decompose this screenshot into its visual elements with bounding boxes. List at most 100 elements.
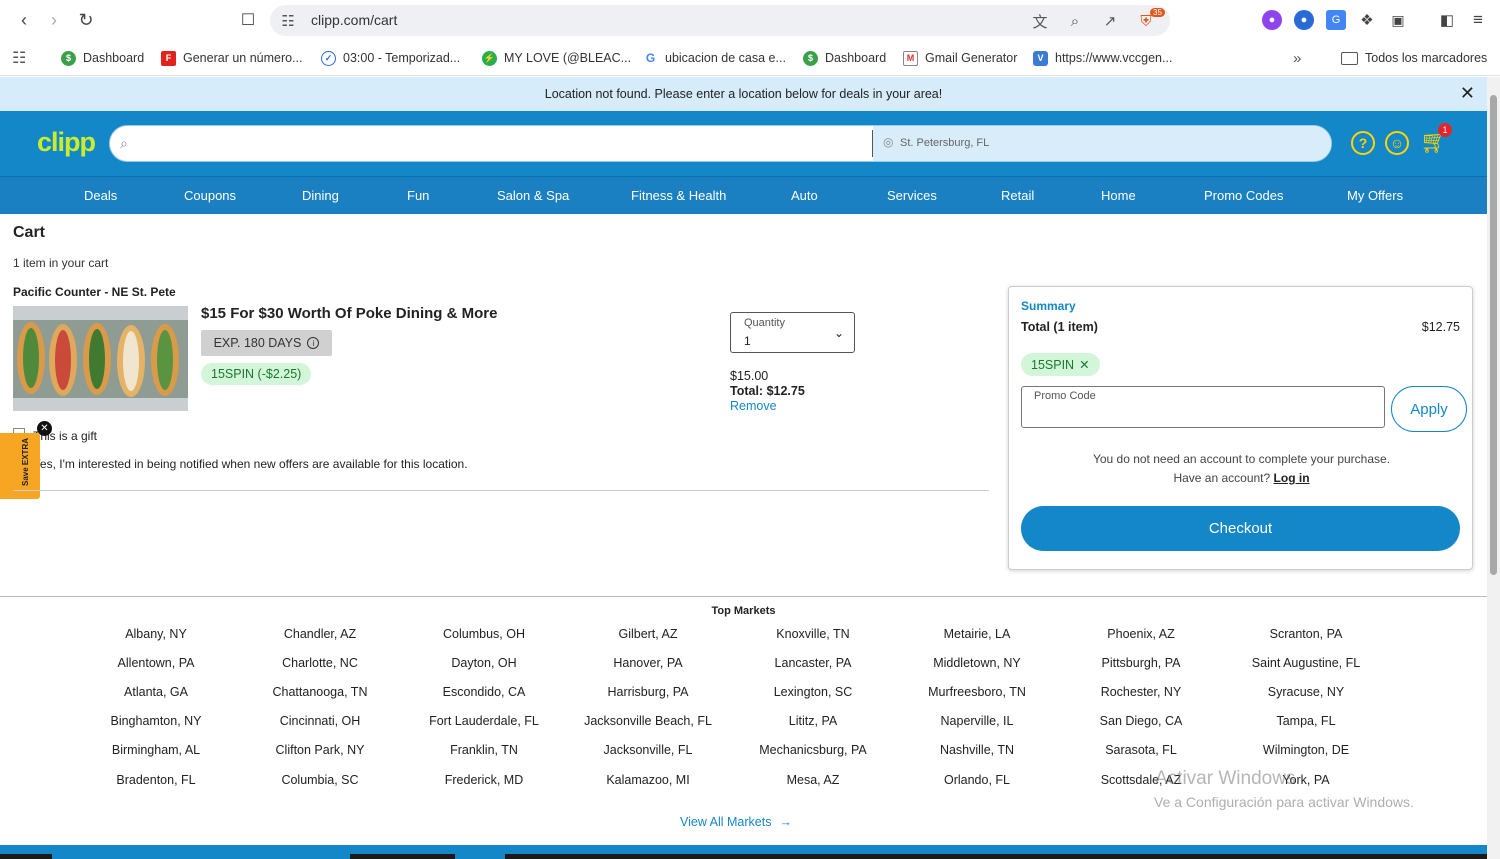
nav-services[interactable]: Services [887, 188, 937, 203]
share-icon[interactable]: ↗ [1100, 11, 1120, 31]
market-link[interactable]: Jacksonville, FL [558, 743, 738, 757]
all-bookmarks[interactable]: Todos los marcadores [1341, 49, 1487, 67]
nav-coupons[interactable]: Coupons [184, 188, 236, 203]
market-link[interactable]: Saint Augustine, FL [1216, 656, 1396, 670]
market-link[interactable]: Frederick, MD [394, 773, 574, 787]
nav-deals[interactable]: Deals [84, 188, 117, 203]
market-link[interactable]: Harrisburg, PA [558, 685, 738, 699]
location-input[interactable]: ◎ St. Petersburg, FL [873, 126, 1331, 161]
bookmark-icon[interactable]: ☐ [236, 8, 260, 32]
nav-fitness-health[interactable]: Fitness & Health [631, 188, 726, 203]
market-link[interactable]: Columbia, SC [230, 773, 410, 787]
market-link[interactable]: Wilmington, DE [1216, 743, 1396, 757]
market-link[interactable]: Hanover, PA [558, 656, 738, 670]
address-bar[interactable]: ☷ clipp.com/cart 文 ⌕ ↗ ⛨ 35 [270, 5, 1170, 36]
market-link[interactable]: Middletown, NY [887, 656, 1067, 670]
nav-dining[interactable]: Dining [302, 188, 339, 203]
market-link[interactable]: Murfreesboro, TN [887, 685, 1067, 699]
nav-my-offers[interactable]: My Offers [1347, 188, 1403, 203]
clipp-logo[interactable]: clipp [37, 127, 96, 158]
market-link[interactable]: Kalamazoo, MI [558, 773, 738, 787]
market-link[interactable]: Clifton Park, NY [230, 743, 410, 757]
market-link[interactable]: Columbus, OH [394, 627, 574, 641]
search-bar[interactable]: ⌕ ◎ St. Petersburg, FL [109, 125, 1332, 162]
forward-icon[interactable]: › [42, 8, 66, 32]
market-link[interactable]: Lancaster, PA [723, 656, 903, 670]
market-link[interactable]: Chattanooga, TN [230, 685, 410, 699]
view-all-markets-link[interactable]: View All Markets → [680, 815, 792, 829]
market-link[interactable]: Chandler, AZ [230, 627, 410, 641]
apply-button[interactable]: Apply [1391, 386, 1467, 432]
scrollbar[interactable] [1487, 77, 1500, 859]
market-link[interactable]: Rochester, NY [1051, 685, 1231, 699]
market-link[interactable]: San Diego, CA [1051, 714, 1231, 728]
nav-fun[interactable]: Fun [407, 188, 429, 203]
market-link[interactable]: Birmingham, AL [66, 743, 246, 757]
back-icon[interactable]: ‹ [12, 8, 36, 32]
reload-icon[interactable]: ↻ [74, 8, 98, 32]
market-link[interactable]: Cincinnati, OH [230, 714, 410, 728]
site-settings-icon[interactable]: ☷ [278, 11, 298, 31]
market-link[interactable]: Sarasota, FL [1051, 743, 1231, 757]
extension-globe-icon[interactable]: ● [1294, 10, 1314, 30]
quantity-select[interactable]: Quantity 1 ⌄ [730, 312, 855, 353]
market-link[interactable]: Mesa, AZ [723, 773, 903, 787]
apps-grid-icon[interactable]: ☷ [12, 49, 26, 67]
bookmark-item[interactable]: ✓ 03:00 - Temporizad... [321, 49, 460, 67]
remove-link[interactable]: Remove [730, 399, 777, 413]
bookmark-item[interactable]: Gubicacion de casa e... [643, 49, 786, 67]
market-link[interactable]: Mechanicsburg, PA [723, 743, 903, 757]
nav-salon-spa[interactable]: Salon & Spa [497, 188, 569, 203]
nav-home[interactable]: Home [1101, 188, 1136, 203]
market-link[interactable]: Pittsburgh, PA [1051, 656, 1231, 670]
market-link[interactable]: Nashville, TN [887, 743, 1067, 757]
nav-retail[interactable]: Retail [1001, 188, 1034, 203]
market-link[interactable]: Phoenix, AZ [1051, 627, 1231, 641]
google-translate-icon[interactable]: G [1326, 10, 1346, 30]
deal-title[interactable]: $15 For $30 Worth Of Poke Dining & More [201, 305, 497, 322]
info-icon[interactable]: i [307, 337, 320, 349]
bookmark-item[interactable]: $ Dashboard [803, 49, 886, 67]
nav-auto[interactable]: Auto [791, 188, 818, 203]
market-link[interactable]: Binghamton, NY [66, 714, 246, 728]
market-link[interactable]: Knoxville, TN [723, 627, 903, 641]
help-icon[interactable]: ? [1351, 131, 1375, 155]
scrollbar-thumb[interactable] [1490, 95, 1497, 575]
market-link[interactable]: Escondido, CA [394, 685, 574, 699]
market-link[interactable]: Dayton, OH [394, 656, 574, 670]
zoom-icon[interactable]: ⌕ [1065, 11, 1085, 31]
market-link[interactable]: Jacksonville Beach, FL [558, 714, 738, 728]
merchant-name[interactable]: Pacific Counter - NE St. Pete [13, 285, 176, 299]
market-link[interactable]: Albany, NY [66, 627, 246, 641]
menu-icon[interactable]: ≡ [1468, 10, 1488, 30]
bookmark-item[interactable]: ⚡ MY LOVE (@BLEAC... [482, 49, 631, 67]
market-link[interactable]: Lititz, PA [723, 714, 903, 728]
market-link[interactable]: Allentown, PA [66, 656, 246, 670]
market-link[interactable]: Tampa, FL [1216, 714, 1396, 728]
bookmark-item[interactable]: $ Dashboard [61, 49, 144, 67]
market-link[interactable]: Naperville, IL [887, 714, 1067, 728]
checkout-button[interactable]: Checkout [1021, 506, 1460, 551]
market-link[interactable]: Charlotte, NC [230, 656, 410, 670]
market-link[interactable]: Metairie, LA [887, 627, 1067, 641]
market-link[interactable]: Atlanta, GA [66, 685, 246, 699]
bookmark-item[interactable]: Vhttps://www.vccgen... [1033, 49, 1172, 67]
login-link[interactable]: Log in [1274, 471, 1310, 485]
bookmark-item[interactable]: M Gmail Generator [903, 49, 1017, 67]
bookmark-item[interactable]: F Generar un número... [161, 49, 303, 67]
screenshot-icon[interactable]: ▣ [1388, 10, 1408, 30]
market-link[interactable]: Lexington, SC [723, 685, 903, 699]
extensions-puzzle-icon[interactable]: ❖ [1357, 10, 1377, 30]
promo-code-input[interactable]: Promo Code [1021, 386, 1385, 428]
market-link[interactable]: Scranton, PA [1216, 627, 1396, 641]
close-icon[interactable]: ✕ [1460, 83, 1475, 104]
account-icon[interactable]: ☺ [1385, 131, 1409, 155]
market-link[interactable]: Gilbert, AZ [558, 627, 738, 641]
sidebar-icon[interactable]: ◧ [1437, 10, 1457, 30]
market-link[interactable]: Bradenton, FL [66, 773, 246, 787]
deal-image[interactable] [13, 306, 188, 411]
remove-promo-icon[interactable]: ✕ [1079, 357, 1089, 372]
market-link[interactable]: Syracuse, NY [1216, 685, 1396, 699]
translate-icon[interactable]: 文 [1030, 11, 1050, 31]
nav-promo-codes[interactable]: Promo Codes [1204, 188, 1283, 203]
